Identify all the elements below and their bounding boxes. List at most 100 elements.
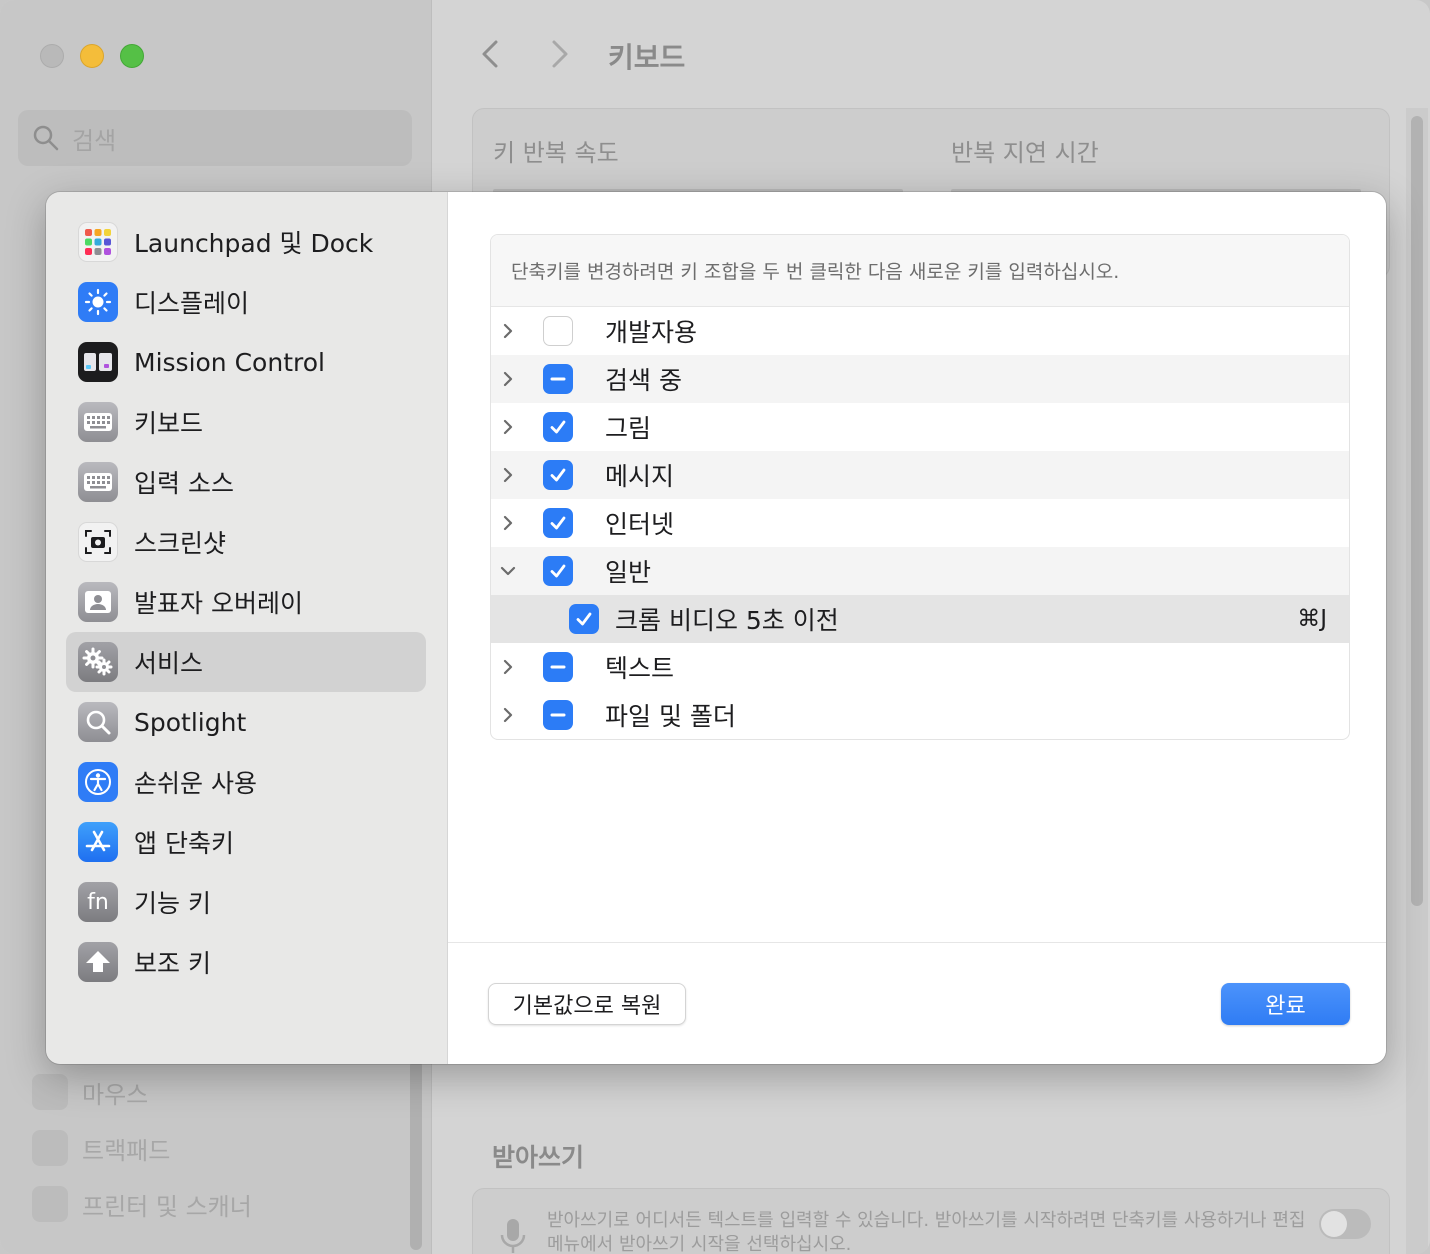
sidebar-item-mouse[interactable]: 마우스: [32, 1074, 148, 1110]
accessibility-icon: [78, 762, 118, 802]
category-services[interactable]: 서비스: [66, 632, 426, 692]
services-shortcut-pane: 단축키를 변경하려면 키 조합을 두 번 클릭한 다음 새로운 키를 입력하십시…: [448, 192, 1386, 1064]
service-group-row-text[interactable]: 텍스트: [491, 643, 1349, 691]
screenshot-icon: [78, 522, 118, 562]
category-label: 입력 소스: [134, 469, 234, 498]
service-group-label: 파일 및 폴더: [605, 702, 736, 731]
service-group-row-internet[interactable]: 인터넷: [491, 499, 1349, 547]
category-label: 앱 단축키: [134, 829, 234, 858]
shortcut-keys[interactable]: ⌘J: [1297, 606, 1327, 632]
service-checkbox-mixed[interactable]: [543, 700, 573, 730]
shortcut-category-list: Launchpad 및 Dock 디스플레이 Mission Control 키…: [46, 192, 448, 1064]
category-launchpad-dock[interactable]: Launchpad 및 Dock: [66, 212, 426, 272]
category-spotlight[interactable]: Spotlight: [66, 692, 426, 752]
spotlight-search-icon: [78, 702, 118, 742]
disclosure-chevron-right-icon[interactable]: [491, 499, 525, 547]
sidebar-item-label: 마우스: [82, 1080, 149, 1109]
sidebar-scrollbar[interactable]: [410, 1060, 422, 1250]
search-placeholder: 검색: [72, 126, 117, 155]
service-checkbox-mixed[interactable]: [543, 652, 573, 682]
category-input-sources[interactable]: 입력 소스: [66, 452, 426, 512]
service-checkbox-mixed[interactable]: [543, 364, 573, 394]
scrollbar-thumb[interactable]: [1411, 116, 1423, 906]
service-group-row-developer[interactable]: 개발자용: [491, 307, 1349, 355]
category-label: 스크린샷: [134, 529, 227, 558]
service-checkbox-checked[interactable]: [543, 508, 573, 538]
sidebar-item-printers[interactable]: 프린터 및 스캐너: [32, 1186, 252, 1222]
disclosure-chevron-right-icon[interactable]: [491, 307, 525, 355]
category-function-keys[interactable]: fn 기능 키: [66, 872, 426, 932]
forward-arrow-icon[interactable]: [544, 36, 574, 72]
category-display[interactable]: 디스플레이: [66, 272, 426, 332]
category-accessibility[interactable]: 손쉬운 사용: [66, 752, 426, 812]
dictation-card: 받아쓰기로 어디서든 텍스트를 입력할 수 있습니다. 받아쓰기를 시작하려면 …: [472, 1188, 1390, 1254]
service-item-label: 크롬 비디오 5초 이전: [615, 606, 839, 635]
service-group-label: 텍스트: [605, 654, 675, 683]
service-group-row-messages[interactable]: 메시지: [491, 451, 1349, 499]
category-label: 디스플레이: [134, 289, 250, 318]
services-gears-icon: [78, 642, 118, 682]
keyboard-icon: [78, 402, 118, 442]
service-group-label: 검색 중: [605, 366, 682, 395]
disclosure-chevron-right-icon[interactable]: [491, 403, 525, 451]
service-group-label: 메시지: [605, 462, 675, 491]
app-store-icon: [78, 822, 118, 862]
done-button[interactable]: 완료: [1221, 983, 1350, 1025]
disclosure-chevron-right-icon[interactable]: [491, 691, 525, 739]
repeat-delay-label: 반복 지연 시간: [951, 139, 1099, 167]
search-icon: [33, 125, 59, 151]
service-group-row-general[interactable]: 일반: [491, 547, 1349, 595]
category-label: 키보드: [134, 409, 204, 438]
main-scrollbar[interactable]: [1406, 108, 1428, 1254]
category-label: Spotlight: [134, 707, 247, 737]
sidebar-item-label: 프린터 및 스캐너: [82, 1192, 252, 1221]
service-checkbox-checked[interactable]: [543, 460, 573, 490]
launchpad-icon: [78, 222, 118, 262]
service-group-row-pictures[interactable]: 그림: [491, 403, 1349, 451]
category-label: 발표자 오버레이: [134, 589, 303, 618]
services-shortcut-list: 단축키를 변경하려면 키 조합을 두 번 클릭한 다음 새로운 키를 입력하십시…: [490, 234, 1350, 740]
service-group-row-searching[interactable]: 검색 중: [491, 355, 1349, 403]
minimize-window-button[interactable]: [80, 44, 104, 68]
service-checkbox[interactable]: [543, 316, 573, 346]
service-item-row-chrome-video-back[interactable]: 크롬 비디오 5초 이전 ⌘J: [491, 595, 1349, 643]
disclosure-chevron-right-icon[interactable]: [491, 355, 525, 403]
sidebar-search-field[interactable]: 검색: [18, 110, 412, 166]
back-arrow-icon[interactable]: [476, 36, 506, 72]
sidebar-item-label: 트랙패드: [82, 1136, 171, 1165]
zoom-window-button[interactable]: [120, 44, 144, 68]
presenter-overlay-icon: [78, 582, 118, 622]
service-group-row-files-folders[interactable]: 파일 및 폴더: [491, 691, 1349, 739]
modifier-key-icon: [78, 942, 118, 982]
close-window-button[interactable]: [40, 44, 64, 68]
disclosure-chevron-down-icon[interactable]: [491, 547, 525, 595]
service-group-label: 그림: [605, 414, 652, 443]
service-group-label: 개발자용: [605, 318, 698, 347]
footer-divider: [448, 942, 1386, 943]
service-checkbox-checked[interactable]: [543, 412, 573, 442]
disclosure-chevron-right-icon[interactable]: [491, 451, 525, 499]
category-label: 기능 키: [134, 889, 211, 918]
dictation-toggle[interactable]: [1319, 1209, 1371, 1239]
disclosure-chevron-right-icon[interactable]: [491, 643, 525, 691]
category-app-shortcuts[interactable]: 앱 단축키: [66, 812, 426, 872]
printer-icon: [32, 1186, 68, 1222]
key-repeat-label: 키 반복 속도: [493, 139, 619, 167]
service-checkbox-checked[interactable]: [543, 556, 573, 586]
category-screenshots[interactable]: 스크린샷: [66, 512, 426, 572]
display-brightness-icon: [78, 282, 118, 322]
category-mission-control[interactable]: Mission Control: [66, 332, 426, 392]
category-keyboard[interactable]: 키보드: [66, 392, 426, 452]
keyboard-shortcuts-sheet: Launchpad 및 Dock 디스플레이 Mission Control 키…: [46, 192, 1386, 1064]
dictation-description: 받아쓰기로 어디서든 텍스트를 입력할 수 있습니다. 받아쓰기를 시작하려면 …: [547, 1210, 1306, 1254]
restore-defaults-button[interactable]: 기본값으로 복원: [488, 983, 686, 1025]
category-label: 서비스: [134, 649, 204, 678]
sidebar-item-trackpad[interactable]: 트랙패드: [32, 1130, 170, 1166]
trackpad-icon: [32, 1130, 68, 1166]
service-checkbox-checked[interactable]: [569, 604, 599, 634]
category-label: Mission Control: [134, 347, 325, 377]
mouse-icon: [32, 1074, 68, 1110]
category-modifier-keys[interactable]: 보조 키: [66, 932, 426, 992]
mission-control-icon: [78, 342, 118, 382]
category-presenter-overlay[interactable]: 발표자 오버레이: [66, 572, 426, 632]
